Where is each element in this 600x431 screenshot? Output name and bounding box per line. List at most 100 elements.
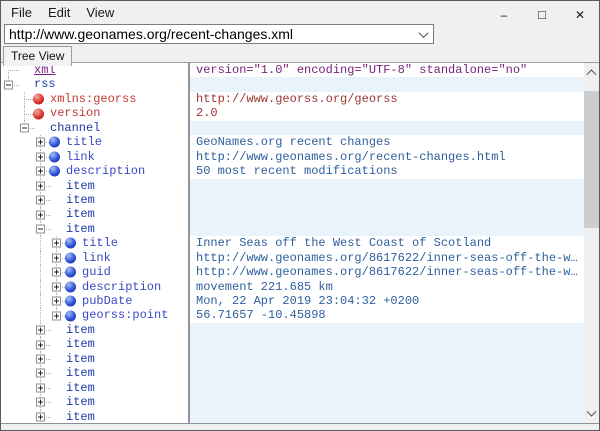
tree-node-title[interactable]: title [1,236,188,250]
url-combobox[interactable]: http://www.geonames.org/recent-changes.x… [4,24,434,44]
tree-node-label[interactable]: link [66,150,95,164]
tree-node-item[interactable]: item [1,395,188,409]
expand-icon[interactable] [52,239,61,248]
tree-node-item[interactable]: item [1,207,188,221]
value-row: Inner Seas off the West Coast of Scotlan… [190,236,584,250]
tree-node-item[interactable]: item [1,323,188,337]
tree-node-label[interactable]: item [66,337,95,351]
tree-node-label[interactable]: item [66,179,95,193]
value-row: http://www.geonames.org/8617622/inner-se… [190,265,584,279]
tree-node-version[interactable]: version [1,106,188,120]
maximize-button-icon[interactable]: □ [523,1,561,28]
tree-node-xmlns-georss[interactable]: xmlns:georss [1,92,188,106]
tree-guide-line [8,70,9,77]
tree-node-label[interactable]: title [82,236,118,250]
value-row: Mon, 22 Apr 2019 23:04:32 +0200 [190,294,584,308]
tree-node-item[interactable]: item [1,193,188,207]
url-value[interactable]: http://www.geonames.org/recent-changes.x… [5,26,413,42]
value-row-empty [190,179,584,193]
element-icon [65,238,76,249]
chevron-up-icon [587,69,597,79]
tree-node-rss[interactable]: rss [1,77,188,91]
expand-icon[interactable] [52,297,61,306]
tree-node-label[interactable]: pubDate [82,294,132,308]
tree-node-label[interactable]: item [66,395,95,409]
tab-tree-view[interactable]: Tree View [3,46,72,66]
tree-node-link[interactable]: link [1,150,188,164]
element-icon [49,151,60,162]
close-button-icon[interactable]: ✕ [561,1,599,28]
tree-node-pubdate[interactable]: pubDate [1,294,188,308]
tree-node-link[interactable]: link [1,251,188,265]
expand-icon[interactable] [52,311,61,320]
menu-item-edit[interactable]: Edit [40,3,78,22]
tree-node-item[interactable]: item [1,366,188,380]
expand-icon[interactable] [36,412,45,421]
tree-node-label[interactable]: item [66,381,95,395]
expand-icon[interactable] [36,369,45,378]
tree-node-item[interactable]: item [1,410,188,424]
tree-node-label[interactable]: description [82,280,161,294]
expand-icon[interactable] [36,210,45,219]
tree-node-item[interactable]: item [1,179,188,193]
value-row: version="1.0" encoding="UTF-8" standalon… [190,63,584,77]
scroll-down-button[interactable] [584,406,599,423]
tree-node-label[interactable]: link [82,251,111,265]
tree-node-label[interactable]: channel [50,121,100,135]
tree-node-label[interactable]: version [50,106,100,120]
collapse-icon[interactable] [20,123,29,132]
tree-node-label[interactable]: item [66,222,95,236]
tree-node-description[interactable]: description [1,280,188,294]
tree-node-label[interactable]: item [66,366,95,380]
tree-node-label[interactable]: rss [34,77,56,91]
tree-node-label[interactable]: item [66,352,95,366]
expand-icon[interactable] [36,354,45,363]
tree-node-label[interactable]: item [66,323,95,337]
collapse-icon[interactable] [4,80,13,89]
vertical-scrollbar[interactable] [584,63,599,423]
tree-node-label[interactable]: item [66,410,95,424]
tree-node-guid[interactable]: guid [1,265,188,279]
tree-node-item[interactable]: item [1,222,188,236]
scrollbar-thumb[interactable] [584,91,599,228]
value-row: 2.0 [190,106,584,120]
tree-node-label[interactable]: item [66,193,95,207]
tree-node-label[interactable]: item [66,207,95,221]
scroll-up-button[interactable] [584,63,599,80]
expand-icon[interactable] [52,268,61,277]
expand-icon[interactable] [52,282,61,291]
xml-tree-pane[interactable]: xmlrssxmlns:georssversionchanneltitlelin… [1,63,188,423]
expand-icon[interactable] [36,167,45,176]
tree-node-item[interactable]: item [1,381,188,395]
tree-node-channel[interactable]: channel [1,121,188,135]
expand-icon[interactable] [36,196,45,205]
expand-icon[interactable] [36,138,45,147]
menu-item-view[interactable]: View [78,3,122,22]
expand-icon[interactable] [52,253,61,262]
tree-node-label[interactable]: description [66,164,145,178]
value-row-empty [190,352,584,366]
menu-item-file[interactable]: File [3,3,40,22]
expand-icon[interactable] [36,340,45,349]
tree-node-item[interactable]: item [1,352,188,366]
expand-icon[interactable] [36,181,45,190]
value-row-empty [190,410,584,424]
tree-node-label[interactable]: xmlns:georss [50,92,136,106]
window-caption-buttons: – □ ✕ [485,1,599,28]
combobox-dropdown-button[interactable] [413,25,433,43]
expand-icon[interactable] [36,326,45,335]
tree-node-label[interactable]: title [66,135,102,149]
tree-node-description[interactable]: description [1,164,188,178]
expand-icon[interactable] [36,152,45,161]
tree-node-title[interactable]: title [1,135,188,149]
tree-node-label[interactable]: georss:point [82,308,168,322]
collapse-icon[interactable] [36,225,45,234]
tree-node-georss-point[interactable]: georss:point [1,308,188,322]
tree-guide-line [40,308,41,322]
expand-icon[interactable] [36,398,45,407]
tree-guide-line [40,280,41,294]
tree-node-label[interactable]: guid [82,265,111,279]
tree-node-item[interactable]: item [1,337,188,351]
minimize-button-icon[interactable]: – [485,1,523,28]
expand-icon[interactable] [36,383,45,392]
